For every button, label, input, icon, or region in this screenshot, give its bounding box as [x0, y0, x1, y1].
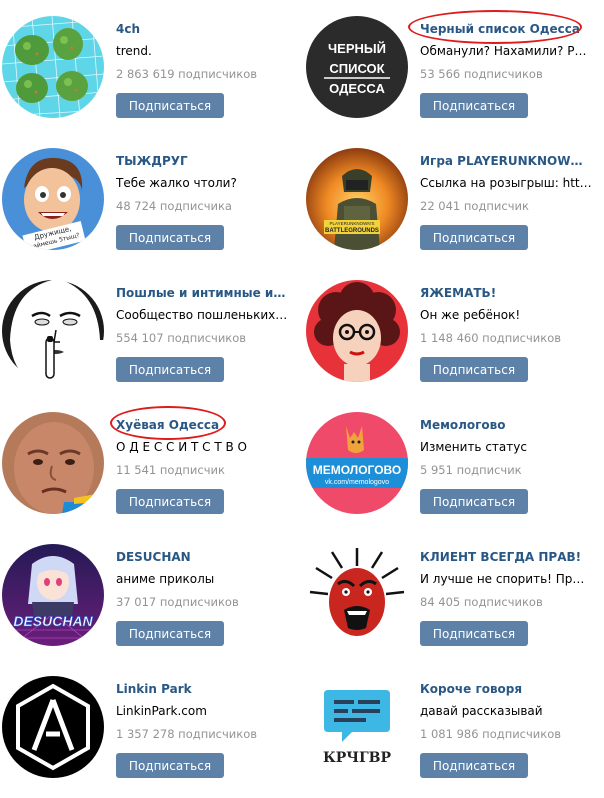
avatar-text-line: DESUCHAN — [13, 613, 93, 629]
group-card: КРЧГВР Короче говоря давай рассказывай 1… — [306, 676, 604, 798]
subscriber-count: 1 148 460 подписчиков — [420, 331, 562, 345]
group-avatar[interactable]: DESUCHAN — [2, 544, 104, 646]
avatar-text-line: ЧЕРНЫЙ — [328, 41, 386, 56]
chat-bubble-logo: КРЧГВР — [306, 676, 408, 778]
subscriber-count: 48 724 подписчика — [116, 199, 232, 213]
subscriber-count: 22 041 подписчик — [420, 199, 529, 213]
group-title[interactable]: Мемологово — [420, 418, 592, 432]
subscribe-button[interactable]: Подписаться — [116, 357, 224, 382]
group-title[interactable]: КЛИЕНТ ВСЕГДА ПРАВ! — [420, 550, 592, 564]
memologovo-logo: МЕМОЛОГОВО vk.com/memologovo — [306, 412, 408, 514]
group-avatar[interactable] — [2, 16, 104, 118]
woman-face-drawing — [2, 280, 104, 382]
group-title[interactable]: Linkin Park — [116, 682, 288, 696]
group-title[interactable]: DESUCHAN — [116, 550, 288, 564]
group-card: МЕМОЛОГОВО vk.com/memologovo Мемологово … — [306, 412, 604, 534]
group-status: trend. — [116, 44, 152, 58]
group-card: 4ch trend. 2 863 619 подписчиков Подписа… — [2, 16, 302, 138]
group-card: Пошлые и интимные истории Сообщество пош… — [2, 280, 302, 402]
group-card: КЛИЕНТ ВСЕГДА ПРАВ! И лучше не спорить! … — [306, 544, 604, 666]
group-card: Дружище, займешь 5тыщ? ТЫЖДРУГ Тебе жалк… — [2, 148, 302, 270]
group-avatar[interactable]: Дружище, займешь 5тыщ? — [2, 148, 104, 250]
subscriber-count: 84 405 подписчиков — [420, 595, 543, 609]
group-title[interactable]: Хуёвая Одесса — [116, 418, 288, 432]
group-status: Ссылка на розыгрыш: https://vk.cc/ — [420, 176, 592, 190]
subscriber-count: 554 107 подписчиков — [116, 331, 247, 345]
group-status: О Д Е С С И Т С Т В О — [116, 440, 247, 454]
subscriber-count: 5 951 подписчик — [420, 463, 522, 477]
group-title[interactable]: 4ch — [116, 22, 288, 36]
linkin-park-logo — [2, 676, 104, 778]
cannabis-buds-image — [2, 16, 104, 118]
subscribe-button[interactable]: Подписаться — [420, 753, 528, 778]
subscribe-button[interactable]: Подписаться — [116, 225, 224, 250]
group-avatar[interactable]: КРЧГВР — [306, 676, 408, 778]
group-status: Сообщество пошленьких любителей — [116, 308, 288, 322]
group-status: LinkinPark.com — [116, 704, 207, 718]
screaming-face-drawing — [306, 544, 408, 646]
avatar-text-line: vk.com/memologovo — [325, 479, 389, 486]
anime-girl-image: DESUCHAN — [2, 544, 104, 646]
group-avatar[interactable] — [306, 280, 408, 382]
group-title[interactable]: ТЫЖДРУГ — [116, 154, 288, 168]
subscribe-button[interactable]: Подписаться — [420, 93, 528, 118]
avatar-text-line: ОДЕССА — [329, 81, 385, 96]
avatar-text-line: МЕМОЛОГОВО — [313, 463, 401, 477]
subscribe-button[interactable]: Подписаться — [420, 357, 528, 382]
subscriber-count: 53 566 подписчиков — [420, 67, 543, 81]
group-status: Обманули? Нахамили? Расскажи! — [420, 44, 592, 58]
cartoon-guy-image: Дружище, займешь 5тыщ? — [2, 148, 104, 250]
group-status: аниме приколы — [116, 572, 215, 586]
group-avatar[interactable]: ЧЕРНЫЙ СПИСОК ОДЕССА — [306, 16, 408, 118]
subscriber-count: 2 863 619 подписчиков — [116, 67, 258, 81]
blacklist-logo: ЧЕРНЫЙ СПИСОК ОДЕССА — [306, 16, 408, 118]
group-card: PLAYERUNKNOWN'S BATTLEGROUNDS Игра PLAYE… — [306, 148, 604, 270]
avatar-text-line: PLAYERUNKNOWN'S — [329, 221, 374, 226]
group-status: Изменить статус — [420, 440, 527, 454]
group-status: И лучше не спорить! Присылайте — [420, 572, 592, 586]
group-avatar[interactable]: МЕМОЛОГОВО vk.com/memologovo — [306, 412, 408, 514]
subscribe-button[interactable]: Подписаться — [420, 621, 528, 646]
subscribe-button[interactable]: Подписаться — [116, 621, 224, 646]
group-avatar[interactable]: PLAYERUNKNOWN'S BATTLEGROUNDS — [306, 148, 408, 250]
group-title[interactable]: Черный список Одесса — [420, 22, 592, 36]
subscriber-count: 1 357 278 подписчиков — [116, 727, 258, 741]
pubg-soldier-image: PLAYERUNKNOWN'S BATTLEGROUNDS — [306, 148, 408, 250]
group-avatar[interactable] — [2, 676, 104, 778]
subscriber-count: 37 017 подписчиков — [116, 595, 239, 609]
group-status: Тебе жалко чтоли? — [116, 176, 237, 190]
group-title[interactable]: Короче говоря — [420, 682, 592, 696]
subscriber-count: 11 541 подписчик — [116, 463, 225, 477]
group-title[interactable]: Игра PLAYERUNKNOWN'S BATTLEGROUNDS — [420, 154, 592, 168]
group-card: Хуёвая Одесса О Д Е С С И Т С Т В О 11 5… — [2, 412, 302, 534]
group-title[interactable]: ЯЖЕМАТЬ! — [420, 286, 592, 300]
group-card: ЧЕРНЫЙ СПИСОК ОДЕССА Черный список Одесс… — [306, 16, 604, 138]
subscribe-button[interactable]: Подписаться — [116, 489, 224, 514]
avatar-text-line: КРЧГВР — [323, 750, 392, 766]
group-avatar[interactable] — [2, 412, 104, 514]
man-face-photo — [2, 412, 104, 514]
subscriber-count: 1 081 986 подписчиков — [420, 727, 562, 741]
group-avatar[interactable] — [306, 544, 408, 646]
avatar-text-line: BATTLEGROUNDS — [325, 228, 379, 234]
group-status: давай рассказывай — [420, 704, 543, 718]
subscribe-button[interactable]: Подписаться — [420, 225, 528, 250]
group-card: ЯЖЕМАТЬ! Он же ребёнок! 1 148 460 подпис… — [306, 280, 604, 402]
group-card: DESUCHAN DESUCHAN аниме приколы 37 017 п… — [2, 544, 302, 666]
subscribe-button[interactable]: Подписаться — [116, 753, 224, 778]
subscribe-button[interactable]: Подписаться — [116, 93, 224, 118]
group-card: Linkin Park LinkinPark.com 1 357 278 под… — [2, 676, 302, 798]
woman-glasses-drawing — [306, 280, 408, 382]
group-status: Он же ребёнок! — [420, 308, 521, 322]
group-title[interactable]: Пошлые и интимные истории — [116, 286, 288, 300]
group-avatar[interactable] — [2, 280, 104, 382]
avatar-text-line: СПИСОК — [329, 61, 384, 76]
subscribe-button[interactable]: Подписаться — [420, 489, 528, 514]
